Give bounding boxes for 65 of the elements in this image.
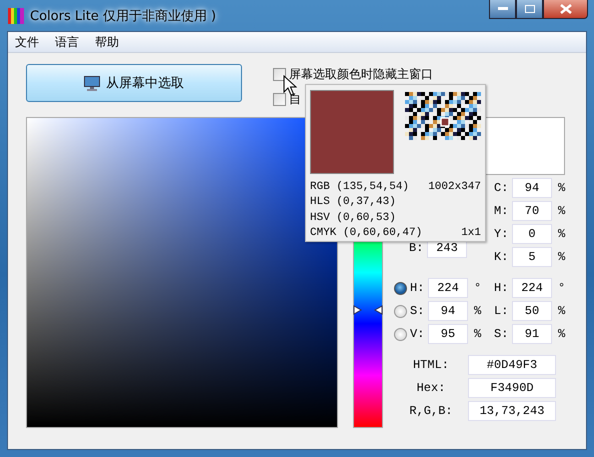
field-label: K: <box>494 250 510 264</box>
value-field[interactable]: 91 <box>512 324 552 344</box>
value-field[interactable]: 13,73,243 <box>468 401 556 421</box>
size-info-text: 1002x347 <box>428 180 481 193</box>
field-label: H: <box>410 281 426 295</box>
field-label: L: <box>494 304 510 318</box>
field-label: Hex: <box>416 381 446 395</box>
maximize-button[interactable] <box>516 0 543 19</box>
unit-label: % <box>558 204 566 218</box>
unit-label: % <box>558 227 566 241</box>
radio-button[interactable] <box>394 328 407 340</box>
value-field[interactable]: 95 <box>428 324 468 344</box>
field-label: S: <box>410 304 426 318</box>
unit-label: % <box>558 304 566 318</box>
value-field[interactable]: 94 <box>428 301 468 321</box>
menu-item[interactable]: 帮助 <box>95 34 119 50</box>
menu-item[interactable]: 文件 <box>15 34 39 50</box>
radio-button[interactable] <box>394 304 407 318</box>
field-label: V: <box>410 327 426 341</box>
checkbox-label: 屏幕选取颜色时隐藏主窗口 <box>289 66 433 83</box>
pick-from-screen-button[interactable]: 从屏幕中选取 <box>26 64 242 102</box>
value-field[interactable]: F3490D <box>468 378 556 398</box>
slider-handle[interactable] <box>353 304 383 315</box>
color-info-text: RGB (135,54,54) <box>310 180 410 193</box>
value-field[interactable]: 224 <box>512 278 552 298</box>
value-field[interactable]: 224 <box>428 278 468 298</box>
value-field[interactable]: 0 <box>512 224 552 244</box>
checkbox[interactable] <box>273 68 286 81</box>
field-label: M: <box>494 204 510 218</box>
close-icon <box>560 4 572 14</box>
size-info-text: 1x1 <box>461 227 481 240</box>
minimize-button[interactable] <box>489 0 516 19</box>
monitor-icon <box>84 76 100 90</box>
color-bars-icon <box>8 8 24 24</box>
color-picker-area[interactable] <box>26 117 338 428</box>
field-label: Y: <box>494 227 510 241</box>
unit-label: ° <box>474 281 482 295</box>
maximize-icon <box>524 5 534 13</box>
window-title: Colors Lite 仅用于非商业使用 ) <box>30 8 216 24</box>
unit-label: % <box>558 181 566 195</box>
unit-label: % <box>474 304 482 318</box>
field-label: H: <box>494 281 510 295</box>
minimize-icon <box>498 7 508 11</box>
field-label: B: <box>409 241 424 255</box>
value-field[interactable]: #0D49F3 <box>468 355 556 375</box>
checkbox-label: 自 <box>289 91 301 108</box>
menu-item[interactable]: 语言 <box>55 34 79 50</box>
unit-label: % <box>474 327 482 341</box>
value-field[interactable]: 5 <box>512 247 552 267</box>
radio-button[interactable] <box>394 282 407 294</box>
color-info-text: HSV (0,60,53) <box>310 212 396 224</box>
checkbox[interactable] <box>273 93 286 106</box>
close-button[interactable] <box>543 0 588 19</box>
field-label: C: <box>494 181 510 195</box>
value-field[interactable]: 50 <box>512 301 552 321</box>
unit-label: % <box>558 327 566 341</box>
color-info-text: HLS (0,37,43) <box>310 196 396 208</box>
unit-label: ° <box>558 281 566 295</box>
field-label: R,G,B: <box>408 404 454 418</box>
unit-label: % <box>558 250 566 264</box>
value-field[interactable]: 70 <box>512 201 552 221</box>
value-field[interactable]: 94 <box>512 178 552 198</box>
field-label: S: <box>494 327 510 341</box>
field-label: HTML: <box>412 358 450 372</box>
color-info-text: CMYK (0,60,60,47) <box>310 227 422 240</box>
